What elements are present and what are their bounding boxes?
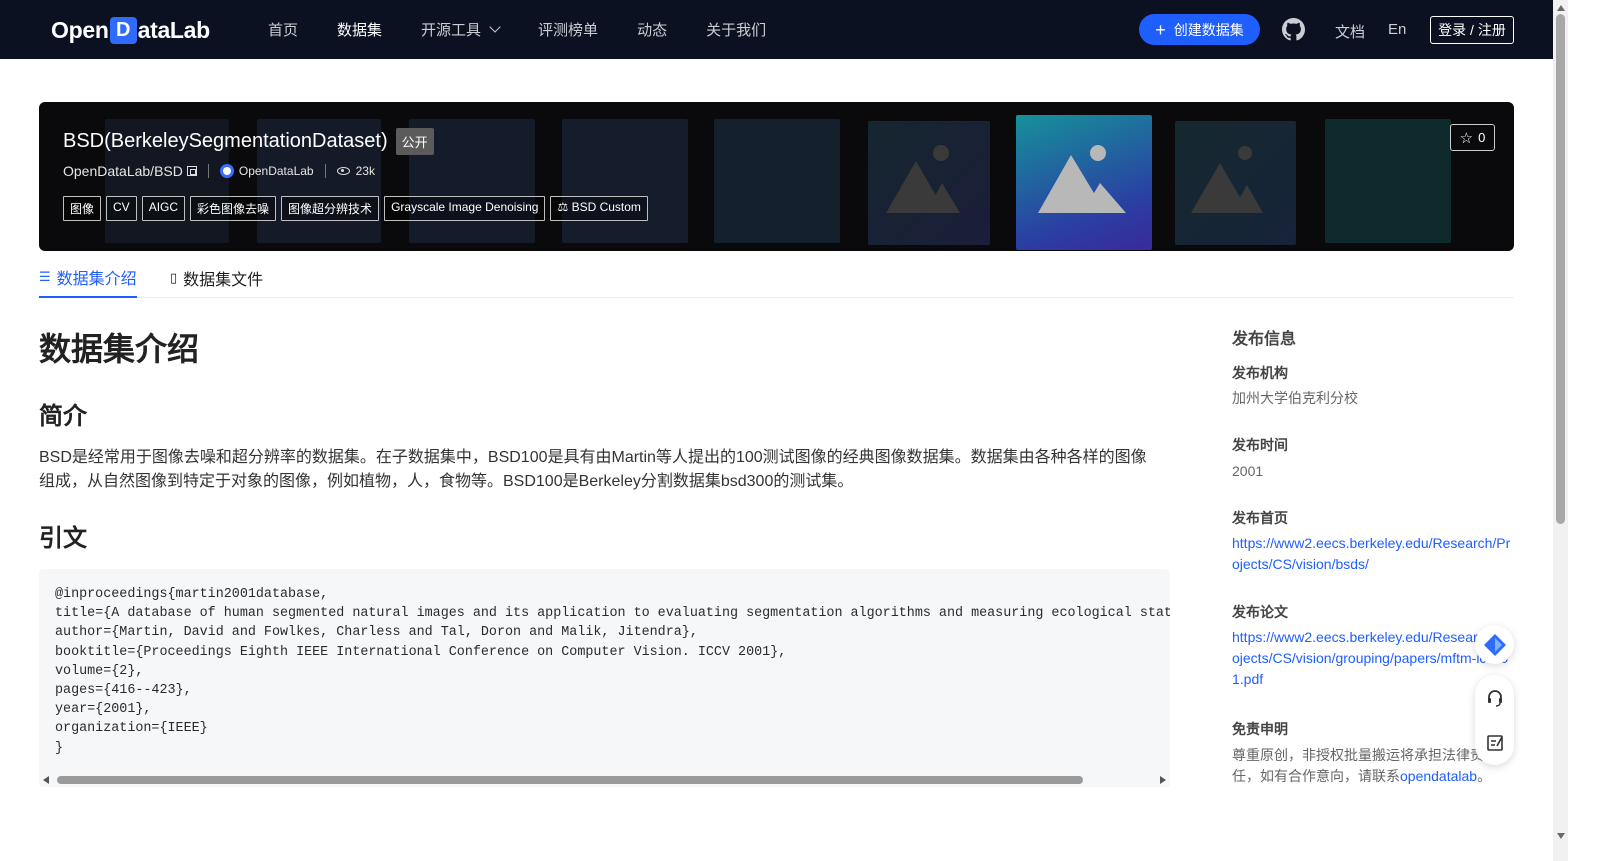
banner-image-tile-highlighted xyxy=(1016,115,1152,250)
feedback-edit-icon[interactable] xyxy=(1485,733,1505,753)
paper-value: https://www2.eecs.berkeley.edu/Research/… xyxy=(1232,627,1514,690)
citation-code-block[interactable]: @inproceedings{martin2001database, title… xyxy=(39,569,1170,787)
scroll-right-arrow-icon[interactable] xyxy=(1160,776,1166,784)
eye-icon xyxy=(336,167,350,175)
headset-icon[interactable] xyxy=(1485,688,1505,708)
banner-image-tile xyxy=(1175,121,1296,245)
top-navigation-bar: Open D ataLab 首页 数据集 开源工具 评测榜单 动态 关于我们 +… xyxy=(0,0,1553,59)
disclaimer-contact-link[interactable]: opendatalab xyxy=(1400,768,1477,784)
assistant-float-button[interactable] xyxy=(1475,625,1514,664)
tag-grayscale-denoising[interactable]: Grayscale Image Denoising xyxy=(384,196,546,221)
tag-super-resolution[interactable]: 图像超分辨技术 xyxy=(281,196,380,221)
create-dataset-label: 创建数据集 xyxy=(1173,21,1244,38)
nav-home[interactable]: 首页 xyxy=(268,19,298,40)
dataset-tabs: ☰ 数据集介绍 ▯ 数据集文件 xyxy=(39,258,1514,298)
publish-time-label: 发布时间 xyxy=(1232,437,1288,453)
nav-datasets[interactable]: 数据集 xyxy=(337,19,382,40)
scale-icon: ⚖ xyxy=(557,200,572,214)
image-placeholder-icon xyxy=(1191,146,1263,213)
scroll-down-arrow-icon[interactable] xyxy=(1557,833,1565,839)
create-dataset-button[interactable]: + 创建数据集 xyxy=(1139,14,1260,45)
dataset-hero-banner: BSD(BerkeleySegmentationDataset) 公开 Open… xyxy=(39,102,1514,251)
tag-aigc[interactable]: AIGC xyxy=(141,196,186,221)
homepage-label: 发布首页 xyxy=(1232,510,1288,526)
intro-text: BSD是经常用于图像去噪和超分辨率的数据集。在子数据集中，BSD100是具有由M… xyxy=(39,449,1147,490)
license-tag[interactable]: ⚖ BSD Custom xyxy=(550,196,648,221)
main-nav: 首页 数据集 开源工具 评测榜单 动态 关于我们 xyxy=(268,0,805,59)
intro-heading: 简介 xyxy=(39,403,87,430)
github-icon[interactable] xyxy=(1282,18,1305,41)
visibility-badge: 公开 xyxy=(395,128,434,155)
code-horizontal-scrollbar[interactable] xyxy=(39,770,1170,787)
tab-introduction-label: 数据集介绍 xyxy=(56,271,137,288)
nav-news[interactable]: 动态 xyxy=(637,19,667,40)
citation-heading: 引文 xyxy=(39,525,87,552)
banner-image-tile xyxy=(868,121,990,245)
tab-introduction[interactable]: ☰ 数据集介绍 xyxy=(39,258,137,298)
plus-icon: + xyxy=(1155,19,1166,40)
image-placeholder-icon xyxy=(886,145,960,213)
logo-mark: D xyxy=(109,16,137,44)
homepage-value: https://www2.eecs.berkeley.edu/Research/… xyxy=(1232,533,1514,575)
tag-image[interactable]: 图像 xyxy=(63,196,102,221)
disclaimer-end: 。 xyxy=(1477,768,1492,784)
nav-leaderboard[interactable]: 评测榜单 xyxy=(538,19,598,40)
logo-text-open: Open xyxy=(51,16,109,43)
divider xyxy=(207,164,209,178)
page-scrollbar[interactable] xyxy=(1553,0,1568,861)
nav-about[interactable]: 关于我们 xyxy=(706,19,766,40)
assistant-icon xyxy=(1483,633,1506,656)
copy-icon[interactable] xyxy=(186,166,197,176)
code-scrollbar-thumb[interactable] xyxy=(57,776,1083,784)
paper-link[interactable]: https://www2.eecs.berkeley.edu/Research/… xyxy=(1232,629,1510,687)
dataset-org[interactable]: OpenDataLab xyxy=(219,164,314,178)
publisher-value: 加州大学伯克利分校 xyxy=(1232,390,1358,406)
tab-files[interactable]: ▯ 数据集文件 xyxy=(170,258,263,298)
scrollbar-thumb[interactable] xyxy=(1556,14,1565,524)
dataset-title: BSD(BerkeleySegmentationDataset) xyxy=(63,130,388,152)
publish-time-value: 2001 xyxy=(1232,463,1264,479)
support-float-panel xyxy=(1475,675,1514,765)
star-count: 0 xyxy=(1478,130,1486,145)
dataset-meta-row: OpenDataLab/BSD OpenDataLab 23k xyxy=(63,163,375,179)
login-register-button[interactable]: 登录 / 注册 xyxy=(1430,16,1514,44)
org-avatar-icon xyxy=(219,164,234,178)
dataset-tags: 图像 CV AIGC 彩色图像去噪 图像超分辨技术 Grayscale Imag… xyxy=(63,196,653,221)
disclaimer-label: 免责申明 xyxy=(1232,721,1288,737)
nav-open-source-tools[interactable]: 开源工具 xyxy=(421,19,501,40)
view-count: 23k xyxy=(355,164,375,178)
logo-text-datalab: ataLab xyxy=(137,16,211,43)
publisher-label: 发布机构 xyxy=(1232,365,1288,381)
dataset-org-name: OpenDataLab xyxy=(238,164,314,178)
homepage-link[interactable]: https://www2.eecs.berkeley.edu/Research/… xyxy=(1232,535,1510,572)
tag-color-denoising[interactable]: 彩色图像去噪 xyxy=(190,196,277,221)
banner-image-tile xyxy=(1325,119,1451,243)
banner-image-tile xyxy=(714,119,840,243)
banner-image-tile xyxy=(562,119,688,243)
sidebar-title: 发布信息 xyxy=(1232,331,1297,348)
database-icon: ☰ xyxy=(39,269,51,284)
file-icon: ▯ xyxy=(170,270,178,285)
nav-open-source-tools-label: 开源工具 xyxy=(421,22,482,39)
divider xyxy=(324,164,326,178)
disclaimer-text: 尊重原创，非授权批量搬运将承担法律责任，如有合作意向，请联系opendatala… xyxy=(1232,745,1502,787)
dataset-title-row: BSD(BerkeleySegmentationDataset) 公开 xyxy=(63,128,434,155)
language-switch[interactable]: En xyxy=(1388,21,1406,38)
dataset-repo-path: OpenDataLab/BSD xyxy=(63,163,183,179)
scroll-up-arrow-icon[interactable] xyxy=(1557,5,1565,11)
paper-label: 发布论文 xyxy=(1232,604,1288,620)
star-icon: ☆ xyxy=(1459,129,1474,147)
docs-link[interactable]: 文档 xyxy=(1335,21,1365,42)
page-title: 数据集介绍 xyxy=(39,331,200,367)
opendatalab-logo[interactable]: Open D ataLab xyxy=(51,14,210,46)
tab-files-label: 数据集文件 xyxy=(183,272,264,289)
image-placeholder-icon xyxy=(1038,145,1126,213)
license-label: BSD Custom xyxy=(571,200,641,214)
star-button[interactable]: ☆ 0 xyxy=(1450,124,1495,151)
chevron-down-icon xyxy=(489,21,501,33)
citation-bibtex: @inproceedings{martin2001database, title… xyxy=(55,587,1170,756)
scroll-left-arrow-icon[interactable] xyxy=(43,776,49,784)
tag-cv[interactable]: CV xyxy=(106,196,137,221)
